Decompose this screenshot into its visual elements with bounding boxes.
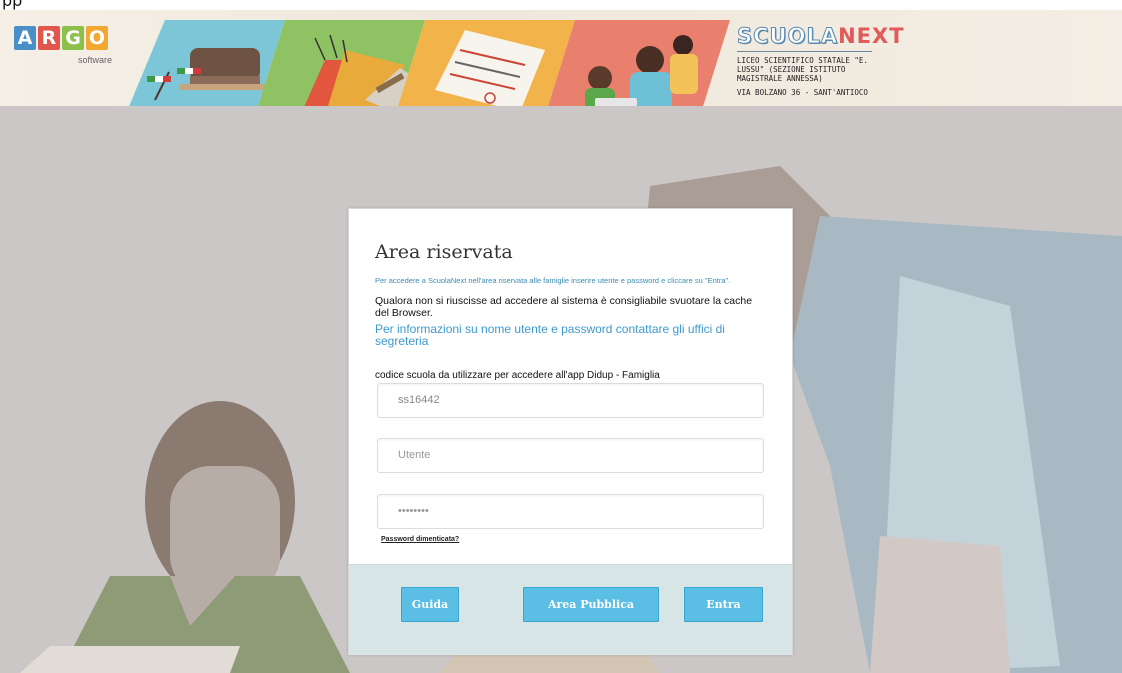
argo-logo: A R G O xyxy=(14,26,108,50)
forgot-password-link[interactable]: Password dimenticata? xyxy=(381,536,459,543)
brand-divider xyxy=(737,51,872,52)
guide-button[interactable]: Guida xyxy=(401,587,459,622)
login-card: Area riservata Per accedere a ScuolaNext… xyxy=(348,208,793,655)
public-area-button[interactable]: Area Pubblica xyxy=(523,587,659,622)
cache-note: Qualora non si riuscisse ad accedere al … xyxy=(375,295,753,319)
school-code-label: codice scuola da utilizzare per accedere… xyxy=(375,370,660,381)
logo-letter-g: G xyxy=(62,26,84,50)
header: A R G O software SCUOLANEXT LICEO SCIENT… xyxy=(0,10,1122,116)
browser-top-fragment: pp xyxy=(0,0,1122,10)
logo-letter-r: R xyxy=(38,26,60,50)
enter-button[interactable]: Entra xyxy=(684,587,763,622)
institute-name: LICEO SCIENTIFICO STATALE "E. LUSSU" (SE… xyxy=(737,56,868,83)
logo-subtitle: software xyxy=(78,55,113,65)
username-input[interactable] xyxy=(378,439,758,470)
school-code-field[interactable] xyxy=(377,383,764,418)
intro-text: Per accedere a ScuolaNext nell'area rise… xyxy=(375,276,731,285)
brand-name: SCUOLANEXT xyxy=(736,24,905,49)
header-banner-illustration xyxy=(125,20,730,116)
card-footer: Guida Area Pubblica Entra xyxy=(349,564,792,655)
logo-letter-o: O xyxy=(86,26,108,50)
top-cut-text: pp xyxy=(2,0,23,10)
scuolanext-brand: SCUOLANEXT LICEO SCIENTIFICO STATALE "E.… xyxy=(736,24,905,98)
credentials-info-link[interactable]: Per informazioni su nome utente e passwo… xyxy=(375,323,770,347)
brand-name-part1: SCUOLA xyxy=(736,24,839,49)
card-title: Area riservata xyxy=(375,241,513,263)
password-field[interactable] xyxy=(377,494,764,529)
password-input[interactable] xyxy=(378,495,758,526)
school-code-input[interactable] xyxy=(378,384,758,415)
username-field[interactable] xyxy=(377,438,764,473)
brand-name-part2: NEXT xyxy=(838,24,905,48)
logo-letter-a: A xyxy=(14,26,36,50)
institute-address: VIA BOLZANO 36 - SANT'ANTIOCO xyxy=(737,88,868,97)
